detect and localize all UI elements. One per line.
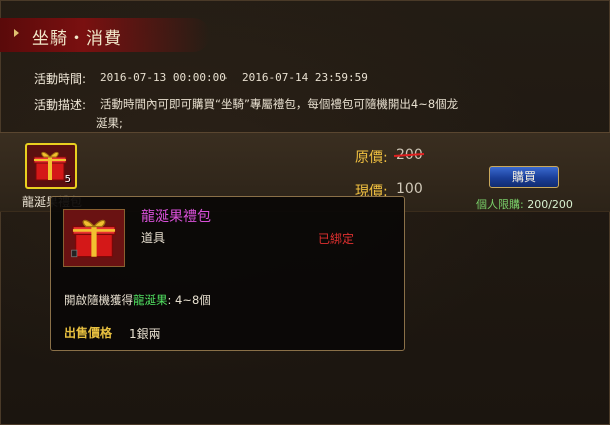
purchase-limit: 個人限購: 200/200 xyxy=(476,196,573,212)
activity-time-end: 2016-07-14 23:59:59 xyxy=(242,71,368,84)
tooltip-desc-suffix: : 4~8個 xyxy=(167,293,211,307)
title-bullet-icon xyxy=(14,29,19,37)
tooltip-bound-status: 已綁定 xyxy=(318,232,355,246)
tooltip-desc-item: 龍涎果 xyxy=(133,293,168,307)
activity-time-label: 活動時間: xyxy=(34,72,87,86)
item-slot[interactable]: 5 xyxy=(25,143,77,189)
tooltip-item-type: 道具 xyxy=(141,231,166,245)
activity-time-separator: - xyxy=(222,71,229,84)
activity-desc-line1: 活動時間內可即可購買“坐騎”專屬禮包，每個禮包可隨機開出4~8個龙 xyxy=(100,97,459,111)
purchase-limit-label: 個人限購: xyxy=(476,198,524,211)
item-tooltip: 龍涎果禮包 道具 已綁定 開啟隨機獲得龍涎果: 4~8個 出售價格 1銀兩 xyxy=(50,196,405,351)
activity-desc-line2: 涎果; xyxy=(96,116,123,130)
tooltip-item-icon-frame xyxy=(63,209,125,267)
item-quantity: 5 xyxy=(64,174,71,185)
red-gift-box-icon xyxy=(33,151,67,181)
purchase-limit-value: 200/200 xyxy=(527,198,573,211)
buy-button[interactable]: 購買 xyxy=(489,166,559,188)
tooltip-sell-price-label: 出售價格 xyxy=(64,326,113,340)
activity-time-start: 2016-07-13 00:00:00 xyxy=(100,71,226,84)
tooltip-title: 龍涎果禮包 xyxy=(141,209,211,225)
activity-desc-label: 活動描述: xyxy=(34,98,87,112)
gift-box-icon xyxy=(71,219,116,258)
tooltip-desc-prefix: 開啟隨機獲得 xyxy=(64,293,133,307)
tooltip-description: 開啟隨機獲得龍涎果: 4~8個 xyxy=(64,292,211,308)
current-price-value: 100 xyxy=(396,181,423,197)
panel-title: 坐騎・消費 xyxy=(32,29,122,49)
tooltip-sell-price-value: 1銀兩 xyxy=(129,327,161,341)
original-price-label: 原價: xyxy=(355,150,388,166)
